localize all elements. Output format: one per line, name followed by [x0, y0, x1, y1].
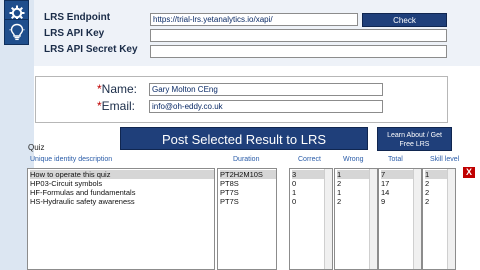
list-item[interactable]: 3	[292, 170, 324, 179]
post-result-button[interactable]: Post Selected Result to LRS	[120, 127, 368, 150]
list-item[interactable]: 0	[292, 179, 296, 188]
quiz-label: Quiz	[28, 143, 45, 152]
list-item[interactable]: 1	[292, 188, 296, 197]
list-item[interactable]: 1	[337, 170, 369, 179]
list-item[interactable]: HF-Formulas and fundamentals	[30, 188, 135, 197]
duration-list[interactable]: PT2H2M10S PT8S PT7S PT7S	[217, 168, 277, 270]
required-asterisk: *	[97, 82, 102, 96]
scrollbar[interactable]	[369, 169, 377, 269]
scrollbar[interactable]	[324, 169, 332, 269]
list-item[interactable]: 1	[337, 188, 341, 197]
list-item[interactable]: 14	[381, 188, 389, 197]
check-button[interactable]: Check	[362, 13, 447, 27]
list-item[interactable]: 7	[381, 170, 413, 179]
list-item[interactable]: PT7S	[220, 197, 239, 206]
lrs-api-secret-field[interactable]	[150, 45, 447, 58]
name-field[interactable]: Gary Molton CEng	[149, 83, 383, 96]
col-header-duration: Duration	[233, 156, 260, 163]
learn-about-lrs-line2: Free LRS	[399, 141, 430, 148]
required-asterisk: *	[97, 99, 102, 113]
col-header-total: Total	[388, 156, 403, 163]
email-field[interactable]: info@oh-eddy.co.uk	[149, 100, 383, 113]
list-item[interactable]: 2	[425, 179, 429, 188]
col-header-wrong: Wrong	[343, 156, 364, 163]
col-header-description: Unique identity description	[30, 156, 113, 163]
lrs-api-secret-label: LRS API Secret Key	[44, 44, 138, 55]
list-item[interactable]: HP03-Circuit symbols	[30, 179, 102, 188]
delete-result-button[interactable]: X	[463, 167, 475, 178]
description-list[interactable]: How to operate this quiz HP03-Circuit sy…	[27, 168, 215, 270]
list-item[interactable]: PT2H2M10S	[220, 170, 276, 179]
lrs-endpoint-field[interactable]: https://trial-lrs.yetanalytics.io/xapi/	[150, 13, 358, 26]
learn-about-lrs-line1: Learn About / Get	[387, 132, 442, 139]
wrong-list[interactable]: 1 2 1 2	[334, 168, 378, 270]
skill-level-list[interactable]: 1 2 2 2	[422, 168, 456, 270]
list-item[interactable]: 9	[381, 197, 385, 206]
list-item[interactable]: PT8S	[220, 179, 239, 188]
list-item[interactable]: 2	[337, 179, 341, 188]
list-item[interactable]: HS-Hydraulic safety awareness	[30, 197, 135, 206]
list-item[interactable]: PT7S	[220, 188, 239, 197]
list-item[interactable]: 0	[292, 197, 296, 206]
list-item[interactable]: 2	[337, 197, 341, 206]
col-header-correct: Correct	[298, 156, 321, 163]
col-header-skill-level: Skill level	[430, 156, 460, 163]
lightbulb-icon	[9, 23, 24, 41]
list-item[interactable]: 17	[381, 179, 389, 188]
name-label: *Name:	[97, 82, 138, 96]
lrs-endpoint-label: LRS Endpoint	[44, 12, 111, 23]
scrollbar[interactable]	[447, 169, 455, 269]
email-label: *Email:	[97, 99, 136, 113]
list-item[interactable]: How to operate this quiz	[30, 170, 214, 179]
list-item[interactable]: 2	[425, 188, 429, 197]
total-list[interactable]: 7 17 14 9	[378, 168, 422, 270]
lrs-api-key-label: LRS API Key	[44, 28, 105, 39]
scrollbar[interactable]	[413, 169, 421, 269]
list-item[interactable]: 1	[425, 170, 447, 179]
correct-list[interactable]: 3 0 1 0	[289, 168, 333, 270]
help-button[interactable]	[4, 19, 29, 45]
list-item[interactable]: 2	[425, 197, 429, 206]
learn-about-lrs-button[interactable]: Learn About / Get Free LRS	[377, 127, 452, 151]
lrs-api-key-field[interactable]	[150, 29, 447, 42]
